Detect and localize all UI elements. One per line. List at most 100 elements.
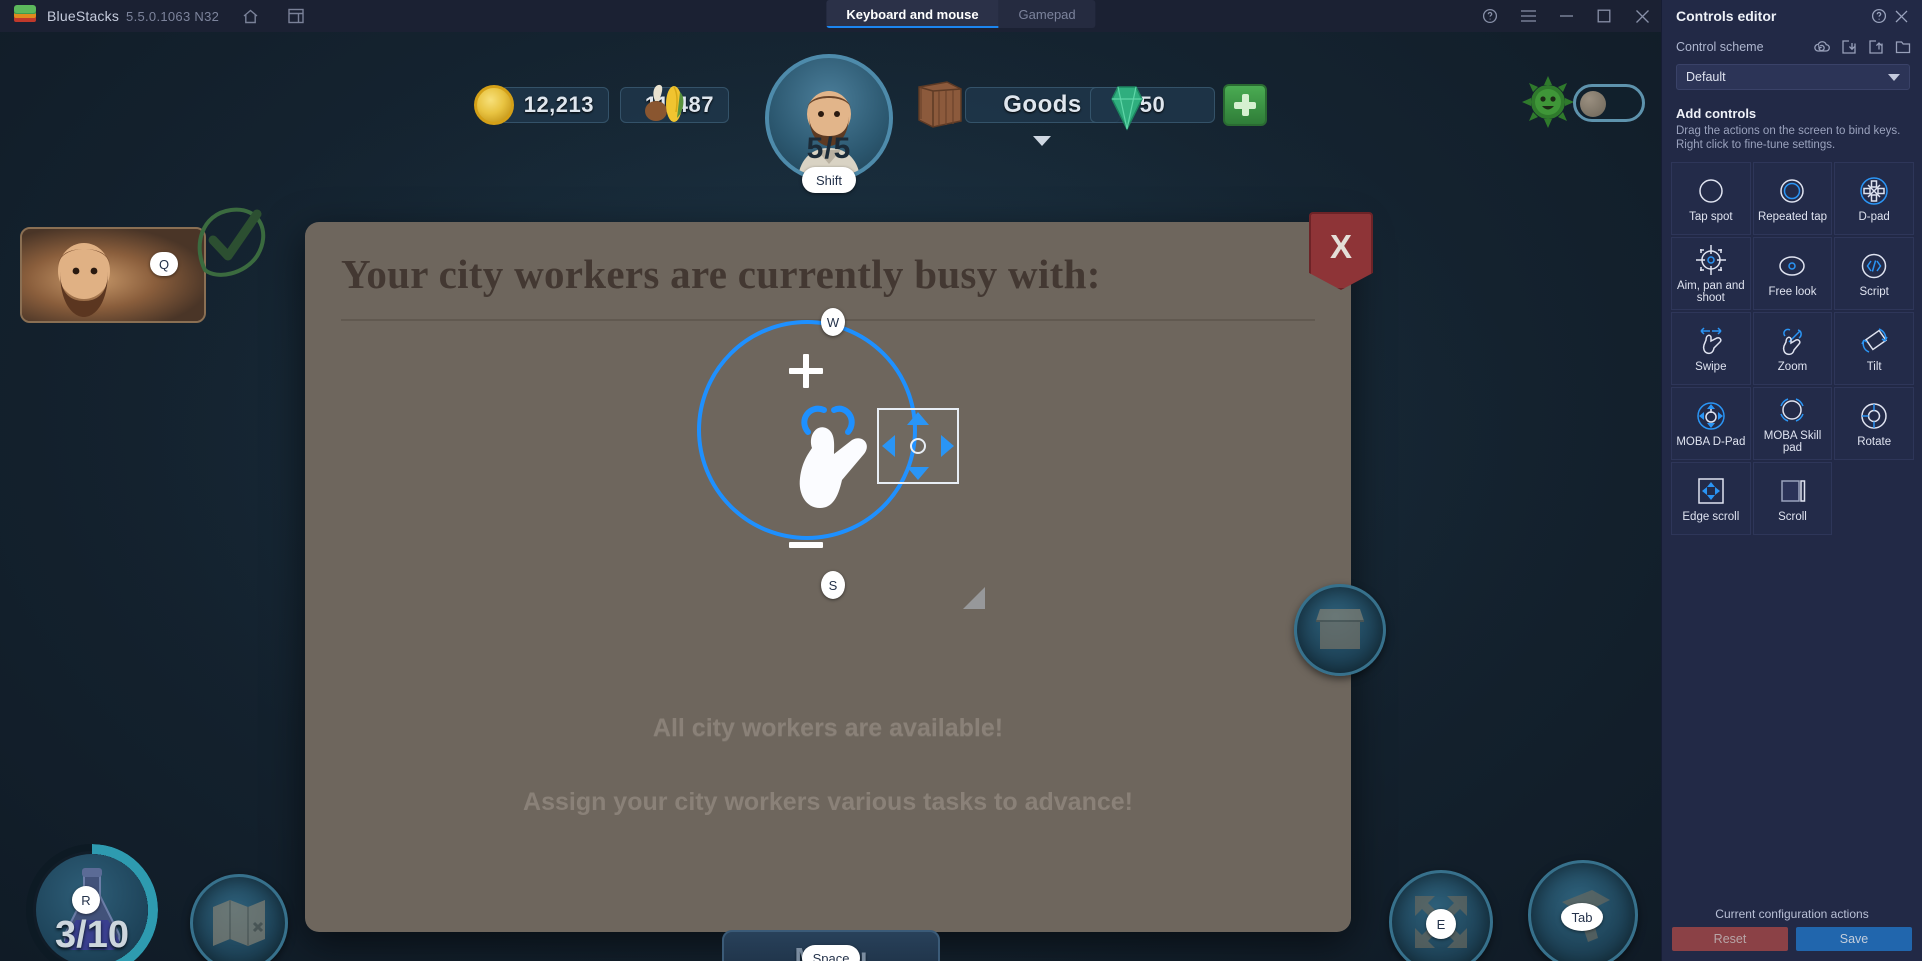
key-badge-expand[interactable]: E [1426,909,1456,939]
mode-tabs[interactable]: Keyboard and mouse Gamepad [826,0,1096,28]
script-icon [1859,249,1889,283]
add-controls-subtitle-1: Drag the actions on the screen to bind k… [1676,125,1901,137]
control-moba-skill-pad[interactable]: MOBA Skill pad [1752,387,1833,460]
control-label: Edge scroll [1682,510,1740,523]
key-badge-menu[interactable]: Space [802,945,860,961]
key-badge-character[interactable]: Q [150,252,178,276]
dpad-plus-icon[interactable] [789,354,823,388]
food-icon [641,82,687,124]
add-controls-title: Add controls [1676,106,1757,121]
app-version: 5.5.0.1063 N32 [126,8,220,24]
control-dpad[interactable]: D-pad [1834,162,1914,235]
control-label: Repeated tap [1757,210,1828,223]
import-icon[interactable] [1840,38,1858,56]
maximize-icon[interactable] [1585,0,1623,32]
add-gems-button[interactable] [1223,84,1267,126]
zoom-icon [1776,324,1808,358]
scroll-left-arrow-icon[interactable] [882,435,895,457]
goods-label[interactable]: Goods [1003,91,1082,119]
controls-grid: Tap spot Repeated tap D-pad Aim, pan and… [1671,162,1914,535]
export-icon[interactable] [1867,38,1885,56]
footer-label: Current configuration actions [1715,907,1869,921]
window-controls [1471,0,1661,32]
control-scheme-label: Control scheme [1676,40,1764,54]
tilt-icon [1858,324,1890,358]
expand-button[interactable]: E [1389,870,1493,961]
energy-value: 3/10 [55,914,129,956]
resize-handle[interactable] [963,587,985,609]
control-label: D-pad [1858,210,1890,223]
control-moba-dpad[interactable]: MOBA D-Pad [1671,387,1751,460]
control-zoom[interactable]: Zoom [1752,312,1833,385]
coins-value: 12,213 [500,87,609,123]
home-icon[interactable] [235,1,265,31]
game-viewport[interactable]: 12,213 11,487 [0,32,1661,961]
rotate-icon [1858,399,1890,433]
scroll-up-arrow-icon[interactable] [907,412,929,425]
control-scheme-select[interactable]: Default [1676,64,1910,90]
control-label: Rotate [1857,435,1892,448]
checkmark-bubble-icon [195,200,273,280]
moba-skill-pad-icon [1776,393,1808,427]
save-button[interactable]: Save [1796,927,1912,951]
bluestacks-logo-icon [14,5,36,27]
app-name: BlueStacks [47,8,120,24]
dialog-title: Your city workers are currently busy wit… [341,251,1101,297]
key-badge-dpad-down[interactable]: S [821,571,845,599]
moba-dpad-icon [1695,399,1727,433]
goods-dropdown-caret-icon[interactable] [1033,136,1051,146]
swipe-hand-icon[interactable] [790,402,882,522]
settings-toggle[interactable] [1573,84,1645,122]
control-repeated-tap[interactable]: Repeated tap [1752,162,1833,235]
dialog-close-button[interactable]: X [1309,212,1373,290]
control-rotate[interactable]: Rotate [1834,387,1914,460]
map-button[interactable] [190,874,288,961]
control-label: Tap spot [1689,210,1733,223]
control-tap-spot[interactable]: Tap spot [1671,162,1751,235]
control-free-look[interactable]: Free look [1752,237,1833,310]
multi-instance-icon[interactable] [281,1,311,31]
tab-gamepad[interactable]: Gamepad [999,0,1096,28]
control-tilt[interactable]: Tilt [1834,312,1914,385]
minimize-icon[interactable] [1547,0,1585,32]
key-badge-build[interactable]: Tab [1561,903,1603,931]
close-icon[interactable] [1623,0,1661,32]
shop-button[interactable] [1294,584,1386,676]
tab-keyboard-and-mouse[interactable]: Keyboard and mouse [826,0,999,28]
dialog-hint-text: Assign your city workers various tasks t… [523,788,1133,816]
control-scheme-value: Default [1686,70,1726,84]
map-icon [193,877,285,961]
control-swipe[interactable]: Swipe [1671,312,1751,385]
coin-icon [474,85,514,125]
control-edge-scroll[interactable]: Edge scroll [1671,462,1751,535]
dpad-minus-icon[interactable] [789,542,823,548]
cloud-sync-icon[interactable] [1813,38,1831,56]
close-icon[interactable] [1890,5,1912,27]
scroll-right-arrow-icon[interactable] [941,435,954,457]
character-portrait-icon [22,229,204,321]
shop-icon [1297,587,1383,673]
sun-gear-icon[interactable] [1522,76,1574,128]
edge-scroll-overlay[interactable] [877,408,959,484]
control-label: Swipe [1695,360,1727,373]
toggle-knob [1580,91,1606,117]
key-badge-dpad-up[interactable]: W [821,308,845,336]
free-look-icon [1775,249,1809,283]
hamburger-menu-icon[interactable] [1509,0,1547,32]
control-script[interactable]: Script [1834,237,1914,310]
help-circle-icon[interactable] [1868,5,1890,27]
worker-avatar[interactable]: 5/5 [765,54,893,182]
build-button[interactable]: Tab [1528,860,1638,961]
folder-icon[interactable] [1894,38,1912,56]
control-scroll[interactable]: Scroll [1752,462,1833,535]
help-icon[interactable] [1471,0,1509,32]
key-badge-worker[interactable]: Shift [802,167,856,193]
scroll-down-arrow-icon[interactable] [907,467,929,480]
control-scheme-row: Control scheme [1662,32,1922,56]
key-badge-energy[interactable]: R [72,886,100,914]
repeated-tap-icon [1777,174,1807,208]
energy-meter[interactable]: R 3/10 43:43m [26,844,158,961]
control-aim-pan-shoot[interactable]: Aim, pan and shoot [1671,237,1751,310]
reset-button[interactable]: Reset [1672,927,1788,951]
character-card[interactable] [20,227,206,323]
